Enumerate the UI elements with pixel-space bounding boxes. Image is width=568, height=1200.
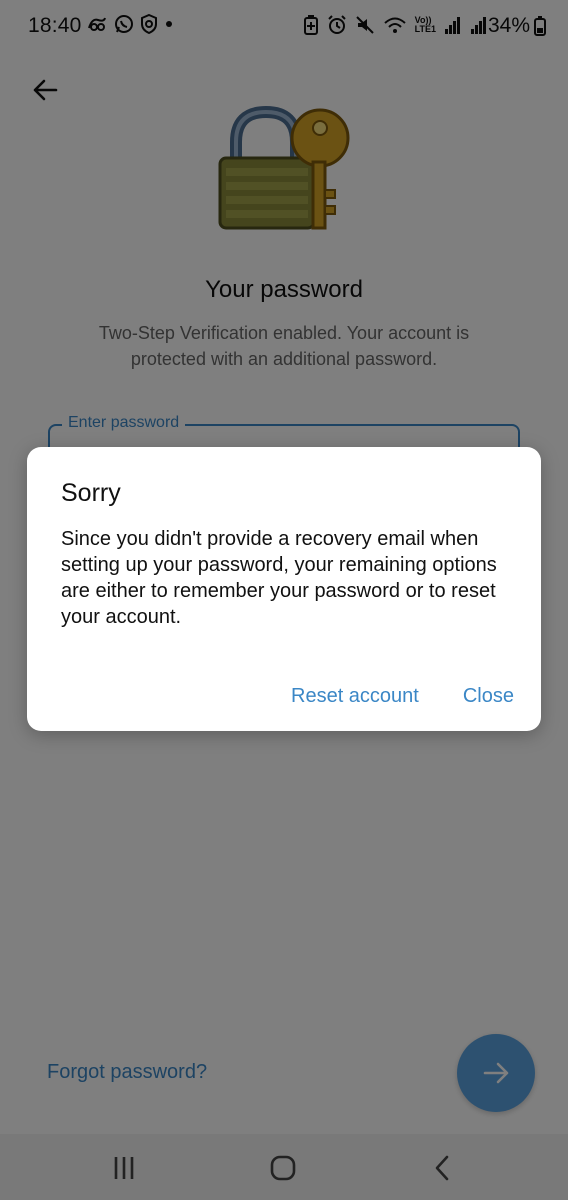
reset-account-button[interactable]: Reset account <box>291 683 419 709</box>
dialog-title: Sorry <box>61 479 121 507</box>
alert-dialog: Sorry Since you didn't provide a recover… <box>27 447 541 731</box>
dialog-message: Since you didn't provide a recovery emai… <box>61 528 497 628</box>
dialog-actions: Reset account Close <box>291 683 514 709</box>
close-button[interactable]: Close <box>463 683 514 709</box>
screen: 18:40 <box>0 0 568 1200</box>
